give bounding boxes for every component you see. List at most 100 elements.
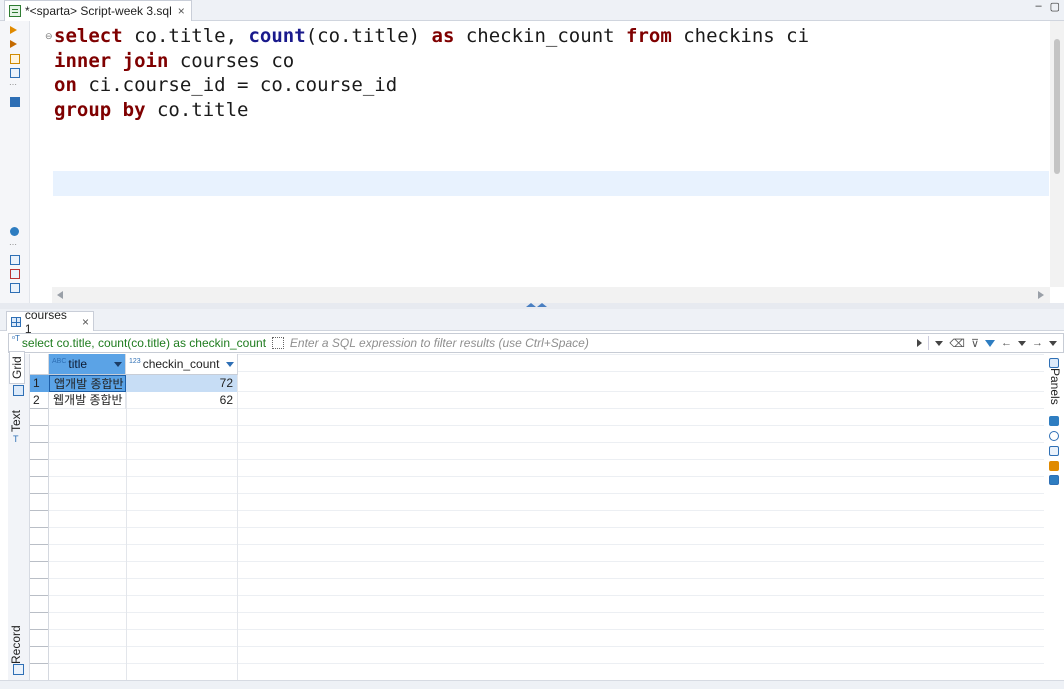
record-view-tab[interactable]: Record — [9, 625, 23, 664]
table-row[interactable]: 1 앱개발 종합반 72 — [30, 375, 238, 392]
minimize-icon[interactable]: – — [1035, 0, 1041, 13]
sql-text: checkins ci — [671, 25, 810, 47]
console-icon[interactable] — [10, 97, 20, 107]
scroll-left-icon[interactable] — [57, 291, 63, 299]
close-icon[interactable]: × — [82, 315, 89, 329]
export-script-icon[interactable] — [10, 283, 20, 293]
eraser-icon[interactable]: ⌫ — [949, 337, 965, 350]
sql-line[interactable]: inner join courses co — [54, 49, 809, 74]
sql-keyword: join — [122, 49, 169, 72]
record-icon[interactable] — [13, 664, 24, 675]
sql-keyword: on — [54, 74, 77, 96]
grouping-icon[interactable] — [1049, 461, 1059, 471]
row-number[interactable]: 1 — [30, 375, 49, 392]
new-script-icon[interactable] — [10, 255, 20, 265]
separator — [928, 336, 930, 350]
row-number[interactable]: 2 — [30, 392, 49, 409]
panels-strip: Panels — [1044, 354, 1064, 680]
sql-keyword: select — [54, 25, 123, 47]
table-icon — [11, 316, 21, 327]
maximize-icon[interactable]: ▢ — [1050, 0, 1060, 13]
filter-tools: ⌫ ⊽ ← → — [911, 336, 1063, 350]
column-divider — [126, 375, 127, 680]
current-line-highlight — [53, 171, 1049, 196]
value-viewer-icon[interactable] — [1049, 416, 1059, 426]
apply-filter-icon[interactable] — [917, 339, 923, 347]
status-bar — [0, 680, 1064, 689]
grid-view-tab[interactable]: Grid — [9, 351, 25, 384]
grid-icon[interactable] — [13, 385, 24, 396]
text-view-tab[interactable]: Text — [9, 410, 23, 432]
funnel-icon[interactable] — [985, 339, 995, 347]
sql-text: checkin_count — [454, 25, 627, 47]
filter-input[interactable] — [289, 334, 912, 352]
sql-line[interactable]: select co.title, count(co.title) as chec… — [54, 24, 809, 49]
editor-tab-bar: *<sparta> Script-week 3.sql × – ▢ — [0, 0, 1064, 21]
forward-icon[interactable]: → — [1032, 337, 1043, 349]
back-icon[interactable]: ← — [1001, 337, 1012, 349]
sql-text: co.title — [145, 98, 249, 121]
column-header-checkin-count[interactable]: 123 checkin_count — [126, 354, 238, 375]
calc-icon[interactable] — [1049, 446, 1059, 456]
cell-title[interactable]: 앱개발 종합반 — [49, 375, 126, 392]
forward-dropdown-icon[interactable] — [1049, 340, 1057, 346]
execute-script-icon[interactable] — [10, 40, 17, 48]
column-divider — [237, 375, 238, 680]
sql-query-icon: ᵒT — [12, 334, 20, 343]
table-row[interactable]: 2 웹개발 종합반 62 — [30, 392, 238, 409]
sql-line[interactable]: group by co.title — [54, 98, 809, 123]
result-view-switcher: Grid Text T Record — [8, 351, 30, 680]
sql-keyword: as — [431, 25, 455, 47]
cell-checkin-count[interactable]: 72 — [126, 375, 238, 392]
editor-horizontal-scrollbar[interactable] — [52, 287, 1050, 303]
editor-tab-script-week3[interactable]: *<sparta> Script-week 3.sql × — [4, 0, 192, 21]
text-type-icon: ABC — [52, 357, 67, 365]
cell-title[interactable]: 웹개발 종합반 — [49, 392, 126, 409]
sql-keyword: by — [122, 98, 146, 121]
sql-keyword: from — [626, 25, 672, 47]
filter-history-dropdown-icon[interactable] — [935, 340, 944, 346]
editor-vertical-scrollbar[interactable] — [1050, 21, 1064, 287]
back-dropdown-icon[interactable] — [1018, 340, 1026, 346]
sql-keyword: group — [54, 98, 112, 121]
grid-corner[interactable] — [30, 354, 49, 375]
panels-icon[interactable] — [1049, 358, 1059, 368]
sql-text: courses co — [168, 49, 295, 72]
expand-icon[interactable] — [271, 337, 284, 349]
numeric-type-icon: 123 — [129, 357, 141, 365]
scrollbar-thumb[interactable] — [1054, 39, 1060, 174]
column-filter-dropdown-icon[interactable] — [226, 361, 234, 367]
column-header-label: title — [68, 357, 88, 371]
clear-filter-icon[interactable]: ⊽ — [971, 337, 979, 350]
splitter-grip-icon[interactable] — [526, 303, 548, 307]
sql-code[interactable]: select co.title, count(co.title) as chec… — [54, 24, 809, 122]
metadata-icon[interactable] — [1049, 431, 1059, 441]
results-tab-label: courses 1 — [24, 307, 67, 336]
results-filter-bar: ᵒT select co.title, count(co.title) as c… — [8, 333, 1064, 353]
references-icon[interactable] — [1049, 475, 1059, 485]
delete-script-icon[interactable] — [10, 269, 20, 279]
row-number-column — [30, 375, 49, 680]
separator-dots-icon: ⋯ — [9, 240, 17, 249]
panels-toggle[interactable]: Panels — [1048, 368, 1062, 405]
scroll-right-icon[interactable] — [1038, 291, 1044, 299]
fold-toggle-icon[interactable]: ⊖ — [45, 31, 53, 42]
column-header-title[interactable]: ABC title — [49, 354, 126, 375]
explain-plan-icon[interactable] — [10, 54, 20, 64]
text-icon[interactable]: T — [13, 434, 24, 445]
results-tab-courses-1[interactable]: courses 1 × — [6, 308, 94, 336]
editor-side-toolbar: ⋯ ⋯ — [0, 21, 30, 303]
sql-line[interactable]: on ci.course_id = co.course_id — [54, 73, 809, 98]
load-execution-plan-icon[interactable] — [10, 68, 20, 78]
results-grid[interactable]: ABC title 123 checkin_count 1 앱개발 종합반 72… — [30, 354, 1044, 680]
execute-statement-icon[interactable] — [10, 26, 17, 34]
cell-checkin-count[interactable]: 62 — [126, 392, 238, 409]
column-header-label: checkin_count — [142, 357, 220, 371]
column-filter-dropdown-icon[interactable] — [114, 361, 122, 367]
sql-text: ci.course_id = co.course_id — [76, 74, 398, 96]
sql-keyword: count — [248, 25, 306, 47]
gear-icon[interactable] — [10, 227, 19, 236]
close-icon[interactable]: × — [178, 4, 185, 18]
